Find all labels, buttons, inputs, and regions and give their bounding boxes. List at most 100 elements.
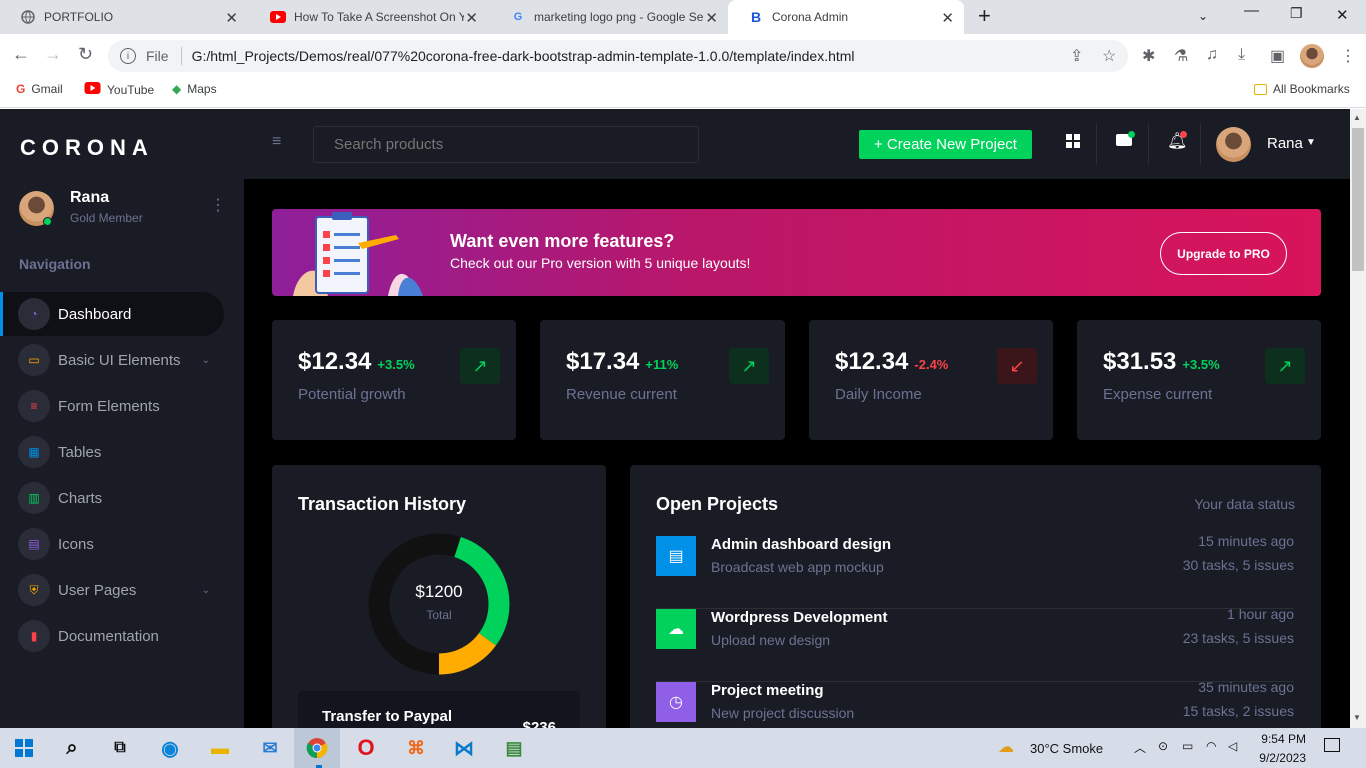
sidebar-item-charts[interactable]: ▥ Charts <box>0 476 224 520</box>
profile-options-icon[interactable]: ⋮ <box>210 195 226 215</box>
url-text[interactable]: G:/html_Projects/Demos/real/077%20corona… <box>192 48 855 64</box>
folder-icon <box>1254 83 1267 95</box>
transaction-item[interactable]: Transfer to Paypal $236 <box>298 691 580 728</box>
notepad-icon[interactable]: ▤ <box>500 734 528 762</box>
stat-value: $31.53 <box>1103 348 1177 375</box>
sidebar-item-documentation[interactable]: ▮ Documentation <box>0 614 224 658</box>
stat-value: $17.34 <box>566 348 640 375</box>
cloud-upload-icon: ☁ <box>656 609 696 649</box>
scroll-up-icon[interactable]: ▲ <box>1353 113 1361 122</box>
mail-icon[interactable]: ✉ <box>256 734 284 762</box>
divider <box>180 47 182 65</box>
reload-icon[interactable]: ↻ <box>78 44 93 65</box>
donut-segments <box>368 533 510 675</box>
minimize-icon[interactable]: — <box>1244 2 1259 19</box>
weather-text[interactable]: 30°C Smoke <box>1030 741 1103 756</box>
xampp-icon[interactable]: ⌘ <box>402 734 430 762</box>
sidepanel-icon[interactable]: ▣ <box>1270 46 1285 66</box>
system-tray-icon[interactable]: ⊙ <box>1158 739 1168 753</box>
browser-tab[interactable]: G marketing logo png - Google Se ✕ <box>490 0 726 34</box>
search-input[interactable] <box>313 126 699 163</box>
extensions-icon[interactable]: ✱ <box>1142 46 1155 66</box>
close-tab-icon[interactable]: ✕ <box>225 9 238 27</box>
project-title: Admin dashboard design <box>711 536 892 553</box>
taskbar-time[interactable]: 9:54 PM <box>1254 732 1306 746</box>
close-tab-icon[interactable]: ✕ <box>941 9 954 27</box>
menu-icon[interactable]: ⋮ <box>1340 46 1356 66</box>
weather-icon: ☁ <box>998 739 1014 756</box>
url-box[interactable]: i File G:/html_Projects/Demos/real/077%2… <box>108 40 1128 72</box>
browser-tab-active[interactable]: B Corona Admin ✕ <box>728 0 964 34</box>
sidebar-item-forms[interactable]: ≡ Form Elements <box>0 384 224 428</box>
sidebar-item-tables[interactable]: ▦ Tables <box>0 430 224 474</box>
tab-search-icon[interactable]: ⌄ <box>1198 9 1208 23</box>
download-icon[interactable]: ⤓ <box>1238 46 1245 64</box>
arrow-up-right-icon: ↗ <box>729 348 769 384</box>
project-subtitle: Broadcast web app mockup <box>711 559 884 575</box>
chart-bar-icon: ▥ <box>18 482 50 514</box>
close-tab-icon[interactable]: ✕ <box>465 9 478 27</box>
profile-avatar[interactable] <box>1300 44 1324 68</box>
bookmark-maps[interactable]: ◆ Maps <box>172 82 217 96</box>
info-icon[interactable]: i <box>120 48 136 64</box>
corona-admin-app: CORONA Rana Gold Member ⋮ Navigation ◔ D… <box>0 109 1350 728</box>
sidebar-item-user-pages[interactable]: ⛨ User Pages ⌄ <box>0 568 224 612</box>
google-icon: G <box>513 11 523 23</box>
restore-icon[interactable]: ❐ <box>1290 5 1303 22</box>
sidebar-item-label: Documentation <box>58 627 159 645</box>
vscode-icon[interactable]: ⋈ <box>450 734 478 762</box>
close-tab-icon[interactable]: ✕ <box>705 9 718 27</box>
scrollbar-thumb[interactable] <box>1352 128 1364 271</box>
maps-icon: ◆ <box>172 82 182 96</box>
user-name[interactable]: Rana <box>1267 135 1303 152</box>
media-icon[interactable]: ♫ <box>1206 46 1218 64</box>
forward-icon[interactable]: → <box>44 44 62 65</box>
upgrade-button[interactable]: Upgrade to PRO <box>1160 232 1287 275</box>
chevron-up-icon[interactable]: ︿ <box>1134 739 1146 756</box>
windows-start-icon[interactable] <box>10 734 38 762</box>
menu-toggle-icon[interactable]: ≡ <box>272 133 281 151</box>
project-item[interactable]: ◷ Project meeting New project discussion… <box>656 679 1294 728</box>
bookmark-label: YouTube <box>107 82 155 97</box>
wifi-icon[interactable]: ◠ <box>1206 739 1216 753</box>
battery-icon[interactable]: ▭ <box>1182 739 1193 753</box>
sidebar-item-label: Basic UI Elements <box>58 351 181 369</box>
project-item[interactable]: ☁ Wordpress Development Upload new desig… <box>656 606 1294 682</box>
close-window-icon[interactable]: ✕ <box>1336 6 1349 24</box>
star-icon[interactable]: ☆ <box>1102 46 1116 66</box>
scroll-down-icon[interactable]: ▼ <box>1353 713 1361 722</box>
volume-icon[interactable]: ◁ <box>1228 739 1237 753</box>
sidebar-item-label: Dashboard <box>58 305 132 323</box>
opera-icon[interactable]: O <box>352 734 380 762</box>
project-item[interactable]: ▤ Admin dashboard design Broadcast web a… <box>656 533 1294 609</box>
back-icon[interactable]: ← <box>12 44 30 65</box>
new-tab-button[interactable]: + <box>978 3 991 29</box>
notifications-icon[interactable] <box>1324 738 1340 752</box>
task-view-icon[interactable]: ⧉ <box>106 734 134 762</box>
user-avatar[interactable] <box>1216 127 1251 162</box>
taskbar-date[interactable]: 9/2/2023 <box>1254 751 1306 765</box>
sidebar-item-label: Charts <box>58 489 103 507</box>
share-icon[interactable]: ⇪ <box>1070 46 1083 66</box>
edge-icon[interactable]: ◉ <box>156 734 184 762</box>
sidebar-item-basic-ui[interactable]: ▭ Basic UI Elements ⌄ <box>0 338 224 382</box>
chrome-icon[interactable] <box>303 734 331 762</box>
search-icon[interactable]: ⌕ <box>58 734 86 762</box>
bookmark-youtube[interactable]: YouTube <box>84 82 154 97</box>
grid-icon[interactable] <box>1066 134 1080 148</box>
file-explorer-icon[interactable]: ▬ <box>206 734 234 762</box>
page-scrollbar[interactable]: ▲ ▼ <box>1350 109 1366 728</box>
lab-icon[interactable]: ⚗ <box>1174 46 1188 66</box>
all-bookmarks[interactable]: All Bookmarks <box>1254 82 1350 96</box>
bookmark-gmail[interactable]: G Gmail <box>16 82 63 96</box>
sidebar-item-dashboard[interactable]: ◔ Dashboard <box>0 292 224 336</box>
create-project-button[interactable]: + Create New Project <box>859 130 1032 159</box>
brand-logo[interactable]: CORONA <box>20 135 154 161</box>
caret-down-icon[interactable]: ▼ <box>1306 137 1316 148</box>
project-subtitle: Upload new design <box>711 632 831 648</box>
browser-tab[interactable]: How To Take A Screenshot On Yo ✕ <box>250 0 488 34</box>
email-badge <box>1128 131 1135 138</box>
sidebar-item-icons[interactable]: ▤ Icons <box>0 522 224 566</box>
browser-tab[interactable]: PORTFOLIO ✕ <box>0 0 246 34</box>
stat-card: $12.34 -2.4% Daily Income ↙ <box>809 320 1053 440</box>
